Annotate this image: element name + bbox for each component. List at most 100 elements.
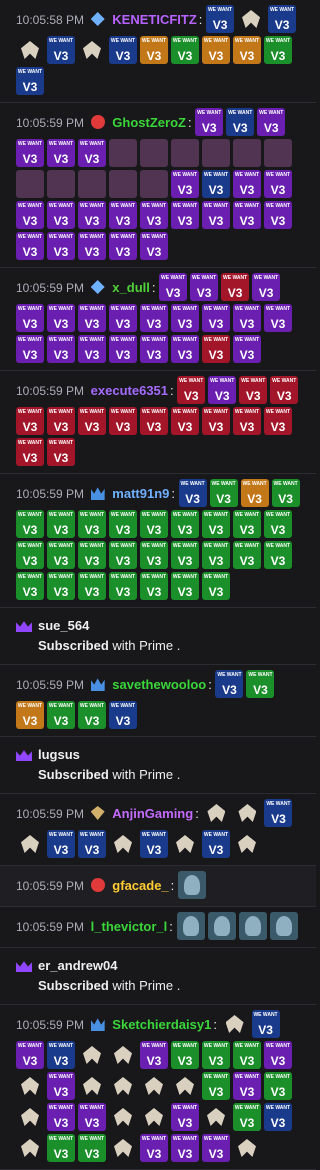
we-want-v3-emote-icon[interactable]: WE WANT V3 (264, 1041, 292, 1069)
username[interactable]: matt91n9 (112, 486, 169, 501)
ghost-emote-icon[interactable] (233, 799, 261, 827)
we-want-v3-emote-icon[interactable]: WE WANT V3 (233, 170, 261, 198)
we-want-v3-emote-icon[interactable]: WE WANT V3 (16, 335, 44, 363)
we-want-v3-emote-icon[interactable]: WE WANT V3 (78, 701, 106, 729)
we-want-v3-emote-icon[interactable]: WE WANT V3 (109, 510, 137, 538)
we-want-v3-emote-icon[interactable]: WE WANT V3 (233, 36, 261, 64)
we-want-v3-emote-icon[interactable]: WE WANT V3 (202, 830, 230, 858)
username[interactable]: Sketchierdaisy1 (112, 1017, 211, 1032)
animated-emote-icon[interactable] (233, 139, 261, 167)
we-want-v3-emote-icon[interactable]: WE WANT V3 (78, 572, 106, 600)
we-want-v3-emote-icon[interactable]: WE WANT V3 (171, 510, 199, 538)
ghost-emote-icon[interactable] (109, 1072, 137, 1100)
animated-emote-icon[interactable] (109, 139, 137, 167)
we-want-v3-emote-icon[interactable]: WE WANT V3 (233, 304, 261, 332)
we-want-v3-emote-icon[interactable]: WE WANT V3 (47, 541, 75, 569)
we-want-v3-emote-icon[interactable]: WE WANT V3 (16, 572, 44, 600)
we-want-v3-emote-icon[interactable]: WE WANT V3 (16, 201, 44, 229)
we-want-v3-emote-icon[interactable]: WE WANT V3 (140, 304, 168, 332)
we-want-v3-emote-icon[interactable]: WE WANT V3 (16, 67, 44, 95)
we-want-v3-emote-icon[interactable]: WE WANT V3 (208, 376, 237, 404)
we-want-v3-emote-icon[interactable]: WE WANT V3 (202, 510, 230, 538)
ghost-emote-icon[interactable] (109, 1041, 137, 1069)
ghost-emote-icon[interactable] (16, 830, 44, 858)
ghost-emote-icon[interactable] (16, 1103, 44, 1131)
we-want-v3-emote-icon[interactable]: WE WANT V3 (47, 510, 75, 538)
ghost-emote-icon[interactable] (221, 1010, 249, 1038)
we-want-v3-emote-icon[interactable]: WE WANT V3 (47, 1041, 75, 1069)
we-want-v3-emote-icon[interactable]: WE WANT V3 (233, 335, 261, 363)
username[interactable]: execute6351 (91, 383, 168, 398)
we-want-v3-emote-icon[interactable]: WE WANT V3 (16, 139, 44, 167)
we-want-v3-emote-icon[interactable]: WE WANT V3 (109, 335, 137, 363)
ghost-emote-icon[interactable] (140, 1103, 168, 1131)
username[interactable]: KENETICFITZ (112, 12, 197, 27)
we-want-v3-emote-icon[interactable]: WE WANT V3 (109, 407, 137, 435)
we-want-v3-emote-icon[interactable]: WE WANT V3 (264, 170, 292, 198)
we-want-v3-emote-icon[interactable]: WE WANT V3 (78, 304, 106, 332)
sub-badge-icon[interactable] (90, 279, 105, 294)
we-want-v3-emote-icon[interactable]: WE WANT V3 (16, 232, 44, 260)
we-want-v3-emote-icon[interactable]: WE WANT V3 (226, 108, 255, 136)
we-want-v3-emote-icon[interactable]: WE WANT V3 (78, 139, 106, 167)
we-want-v3-emote-icon[interactable]: WE WANT V3 (78, 510, 106, 538)
we-want-v3-emote-icon[interactable]: WE WANT V3 (16, 304, 44, 332)
we-want-v3-emote-icon[interactable]: WE WANT V3 (16, 1041, 44, 1069)
ghost-emote-icon[interactable] (109, 1103, 137, 1131)
we-want-v3-emote-icon[interactable]: WE WANT V3 (47, 232, 75, 260)
animated-emote-icon[interactable] (140, 170, 168, 198)
we-want-v3-emote-icon[interactable]: WE WANT V3 (47, 1072, 75, 1100)
we-want-v3-emote-icon[interactable]: WE WANT V3 (202, 407, 230, 435)
username[interactable]: AnjinGaming (112, 806, 193, 821)
username[interactable]: gfacade_ (112, 878, 168, 893)
we-want-v3-emote-icon[interactable]: WE WANT V3 (47, 1134, 75, 1162)
we-want-v3-emote-icon[interactable]: WE WANT V3 (47, 201, 75, 229)
creature-emote-icon[interactable] (269, 912, 298, 940)
we-want-v3-emote-icon[interactable]: WE WANT V3 (264, 1103, 292, 1131)
we-want-v3-emote-icon[interactable]: WE WANT V3 (264, 201, 292, 229)
creature-emote-icon[interactable] (176, 912, 205, 940)
animated-emote-icon[interactable] (140, 139, 168, 167)
we-want-v3-emote-icon[interactable]: WE WANT V3 (233, 510, 261, 538)
username[interactable]: x_dull (112, 280, 150, 295)
we-want-v3-emote-icon[interactable]: WE WANT V3 (78, 407, 106, 435)
we-want-v3-emote-icon[interactable]: WE WANT V3 (202, 36, 230, 64)
we-want-v3-emote-icon[interactable]: WE WANT V3 (209, 479, 238, 507)
crown-badge-icon[interactable] (90, 487, 105, 500)
we-want-v3-emote-icon[interactable]: WE WANT V3 (233, 541, 261, 569)
animated-emote-icon[interactable] (47, 170, 75, 198)
we-want-v3-emote-icon[interactable]: WE WANT V3 (140, 335, 168, 363)
we-want-v3-emote-icon[interactable]: WE WANT V3 (240, 479, 269, 507)
we-want-v3-emote-icon[interactable]: WE WANT V3 (109, 701, 137, 729)
heart-badge-icon[interactable] (90, 114, 105, 129)
we-want-v3-emote-icon[interactable]: WE WANT V3 (47, 139, 75, 167)
ghost-emote-icon[interactable] (78, 1041, 106, 1069)
we-want-v3-emote-icon[interactable]: WE WANT V3 (190, 273, 219, 301)
we-want-v3-emote-icon[interactable]: WE WANT V3 (202, 1072, 230, 1100)
we-want-v3-emote-icon[interactable]: WE WANT V3 (140, 36, 168, 64)
we-want-v3-emote-icon[interactable]: WE WANT V3 (171, 1103, 199, 1131)
we-want-v3-emote-icon[interactable]: WE WANT V3 (251, 1010, 280, 1038)
subscriber-name[interactable]: sue_564 (38, 616, 89, 636)
we-want-v3-emote-icon[interactable]: WE WANT V3 (78, 201, 106, 229)
we-want-v3-emote-icon[interactable]: WE WANT V3 (202, 1134, 230, 1162)
we-want-v3-emote-icon[interactable]: WE WANT V3 (109, 304, 137, 332)
ghost-emote-icon[interactable] (16, 1072, 44, 1100)
subscriber-name[interactable]: er_andrew04 (38, 956, 118, 976)
we-want-v3-emote-icon[interactable]: WE WANT V3 (140, 830, 168, 858)
we-want-v3-emote-icon[interactable]: WE WANT V3 (264, 1072, 292, 1100)
we-want-v3-emote-icon[interactable]: WE WANT V3 (206, 5, 235, 33)
we-want-v3-emote-icon[interactable]: WE WANT V3 (202, 170, 230, 198)
we-want-v3-emote-icon[interactable]: WE WANT V3 (140, 201, 168, 229)
animated-emote-icon[interactable] (202, 139, 230, 167)
bits-badge-icon[interactable] (90, 805, 105, 820)
we-want-v3-emote-icon[interactable]: WE WANT V3 (202, 201, 230, 229)
ghost-emote-icon[interactable] (237, 5, 265, 33)
ghost-emote-icon[interactable] (109, 1134, 137, 1162)
we-want-v3-emote-icon[interactable]: WE WANT V3 (109, 232, 137, 260)
we-want-v3-emote-icon[interactable]: WE WANT V3 (16, 541, 44, 569)
creature-emote-icon[interactable] (238, 912, 267, 940)
we-want-v3-emote-icon[interactable]: WE WANT V3 (78, 1103, 106, 1131)
we-want-v3-emote-icon[interactable]: WE WANT V3 (140, 1041, 168, 1069)
we-want-v3-emote-icon[interactable]: WE WANT V3 (252, 273, 281, 301)
